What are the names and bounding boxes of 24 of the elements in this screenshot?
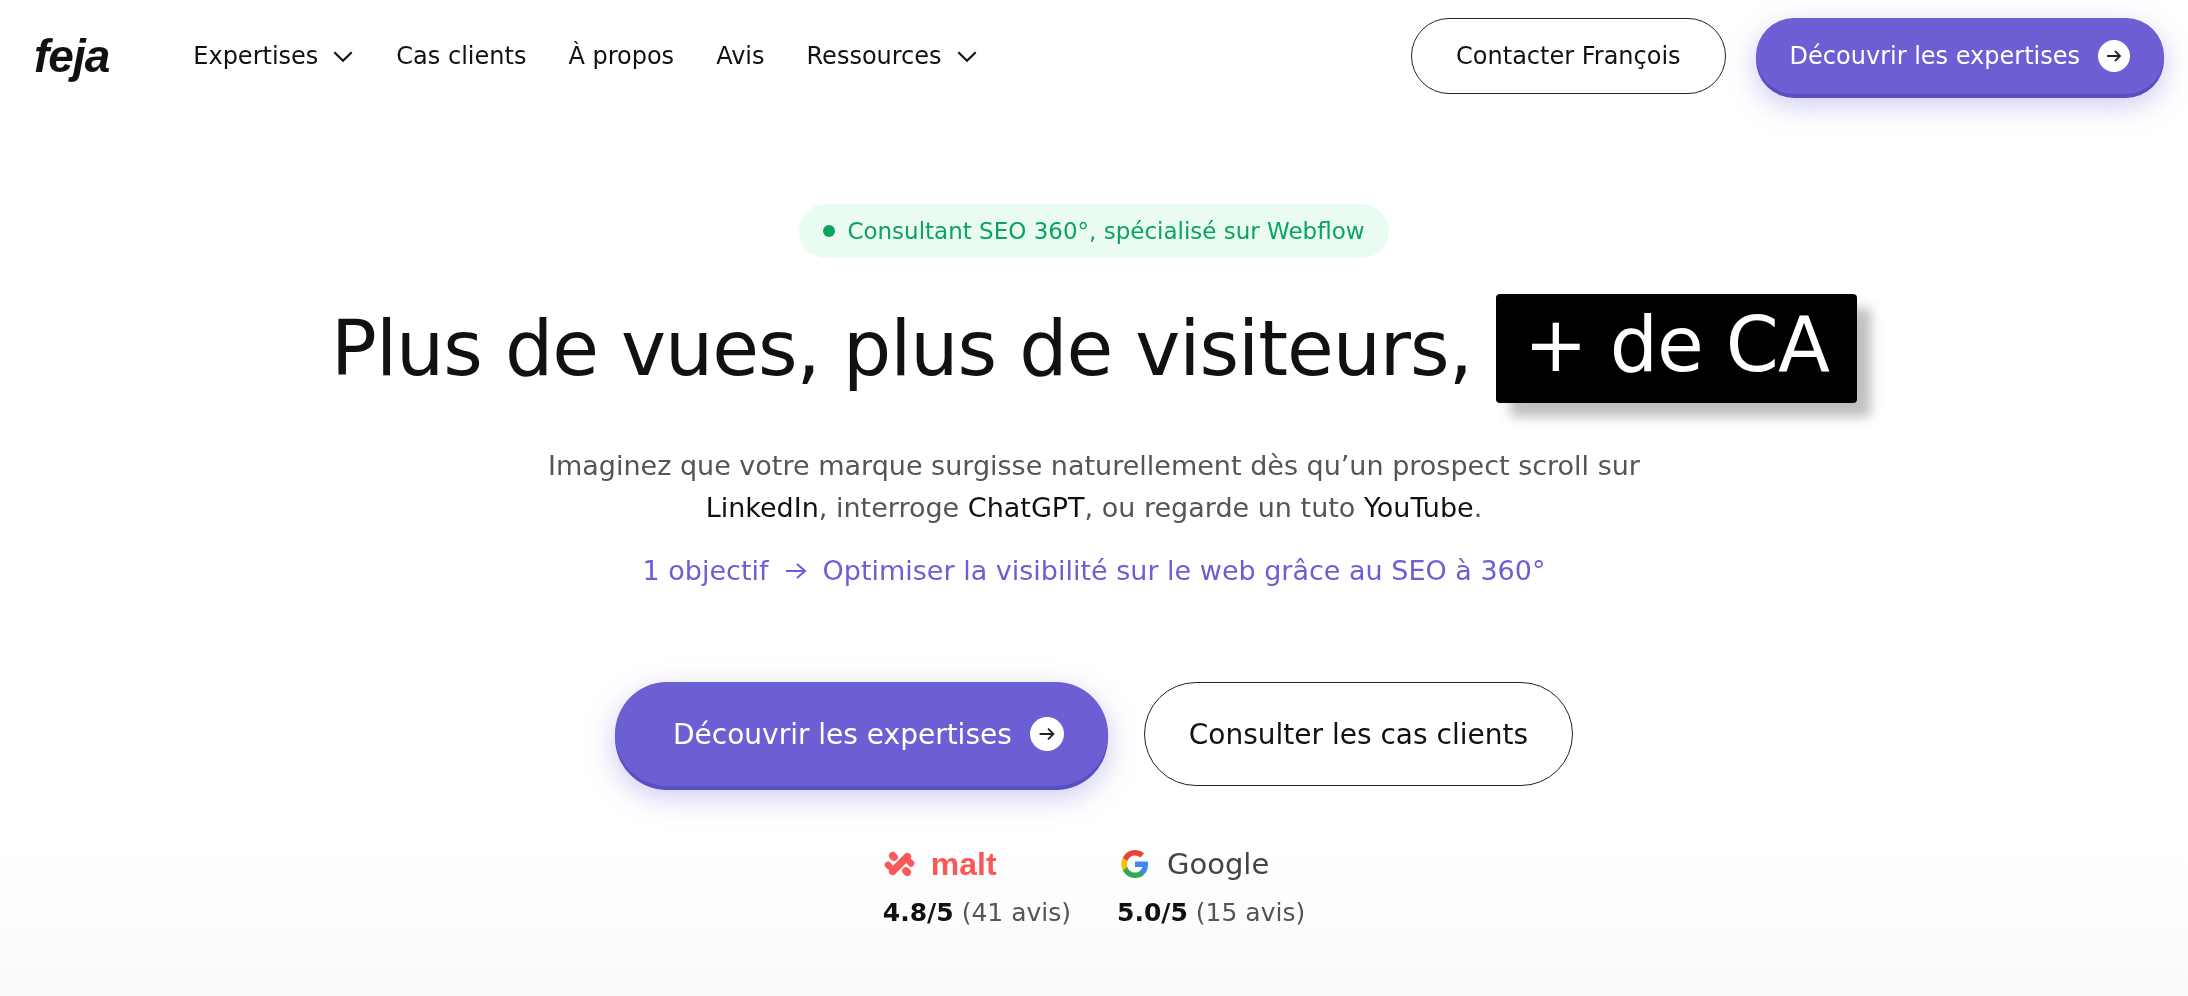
logo[interactable]: feja [34,29,110,83]
brand-name: malt [930,845,997,883]
intro-paragraph: Imaginez que votre marque surgisse naturellement dès qu’un prospect scroll sur LinkedIn, interroge ChatGPT, ou regarde un tuto YouTube. [547,449,1641,525]
chevron-down-icon [332,49,355,63]
review-count: (41 avis) [961,898,1071,927]
nav-link[interactable]: Expertises [193,42,355,70]
nav-link[interactable]: À propos [568,42,675,70]
case-studies-button[interactable]: Consulter les cas clients [1143,682,1573,786]
contact-button[interactable]: Contacter François [1411,18,1726,94]
chevron-down-icon [955,49,978,63]
nav-link[interactable]: Cas clients [396,42,527,70]
headline: Plus de vues, plus de visiteurs, [331,304,1472,393]
goal-text: Optimiser la visibilité sur le web grâce au SEO à 360° [822,555,1546,586]
arrow-right-icon [1029,717,1064,751]
headline-highlight: + de CA [1495,294,1857,403]
arrow-right-icon [2098,40,2130,72]
nav-link[interactable]: Avis [716,42,765,70]
rating-score: 4.8/5 [882,898,954,927]
badge: Consultant SEO 360°, spécialisé sur Webflow [799,204,1389,258]
goal-label: 1 objectif [642,555,769,586]
nav-link[interactable]: Ressources [806,42,978,70]
brand-name: Google [1167,847,1270,881]
review-count: (15 avis) [1195,898,1306,927]
rating-score: 5.0/5 [1117,898,1188,927]
